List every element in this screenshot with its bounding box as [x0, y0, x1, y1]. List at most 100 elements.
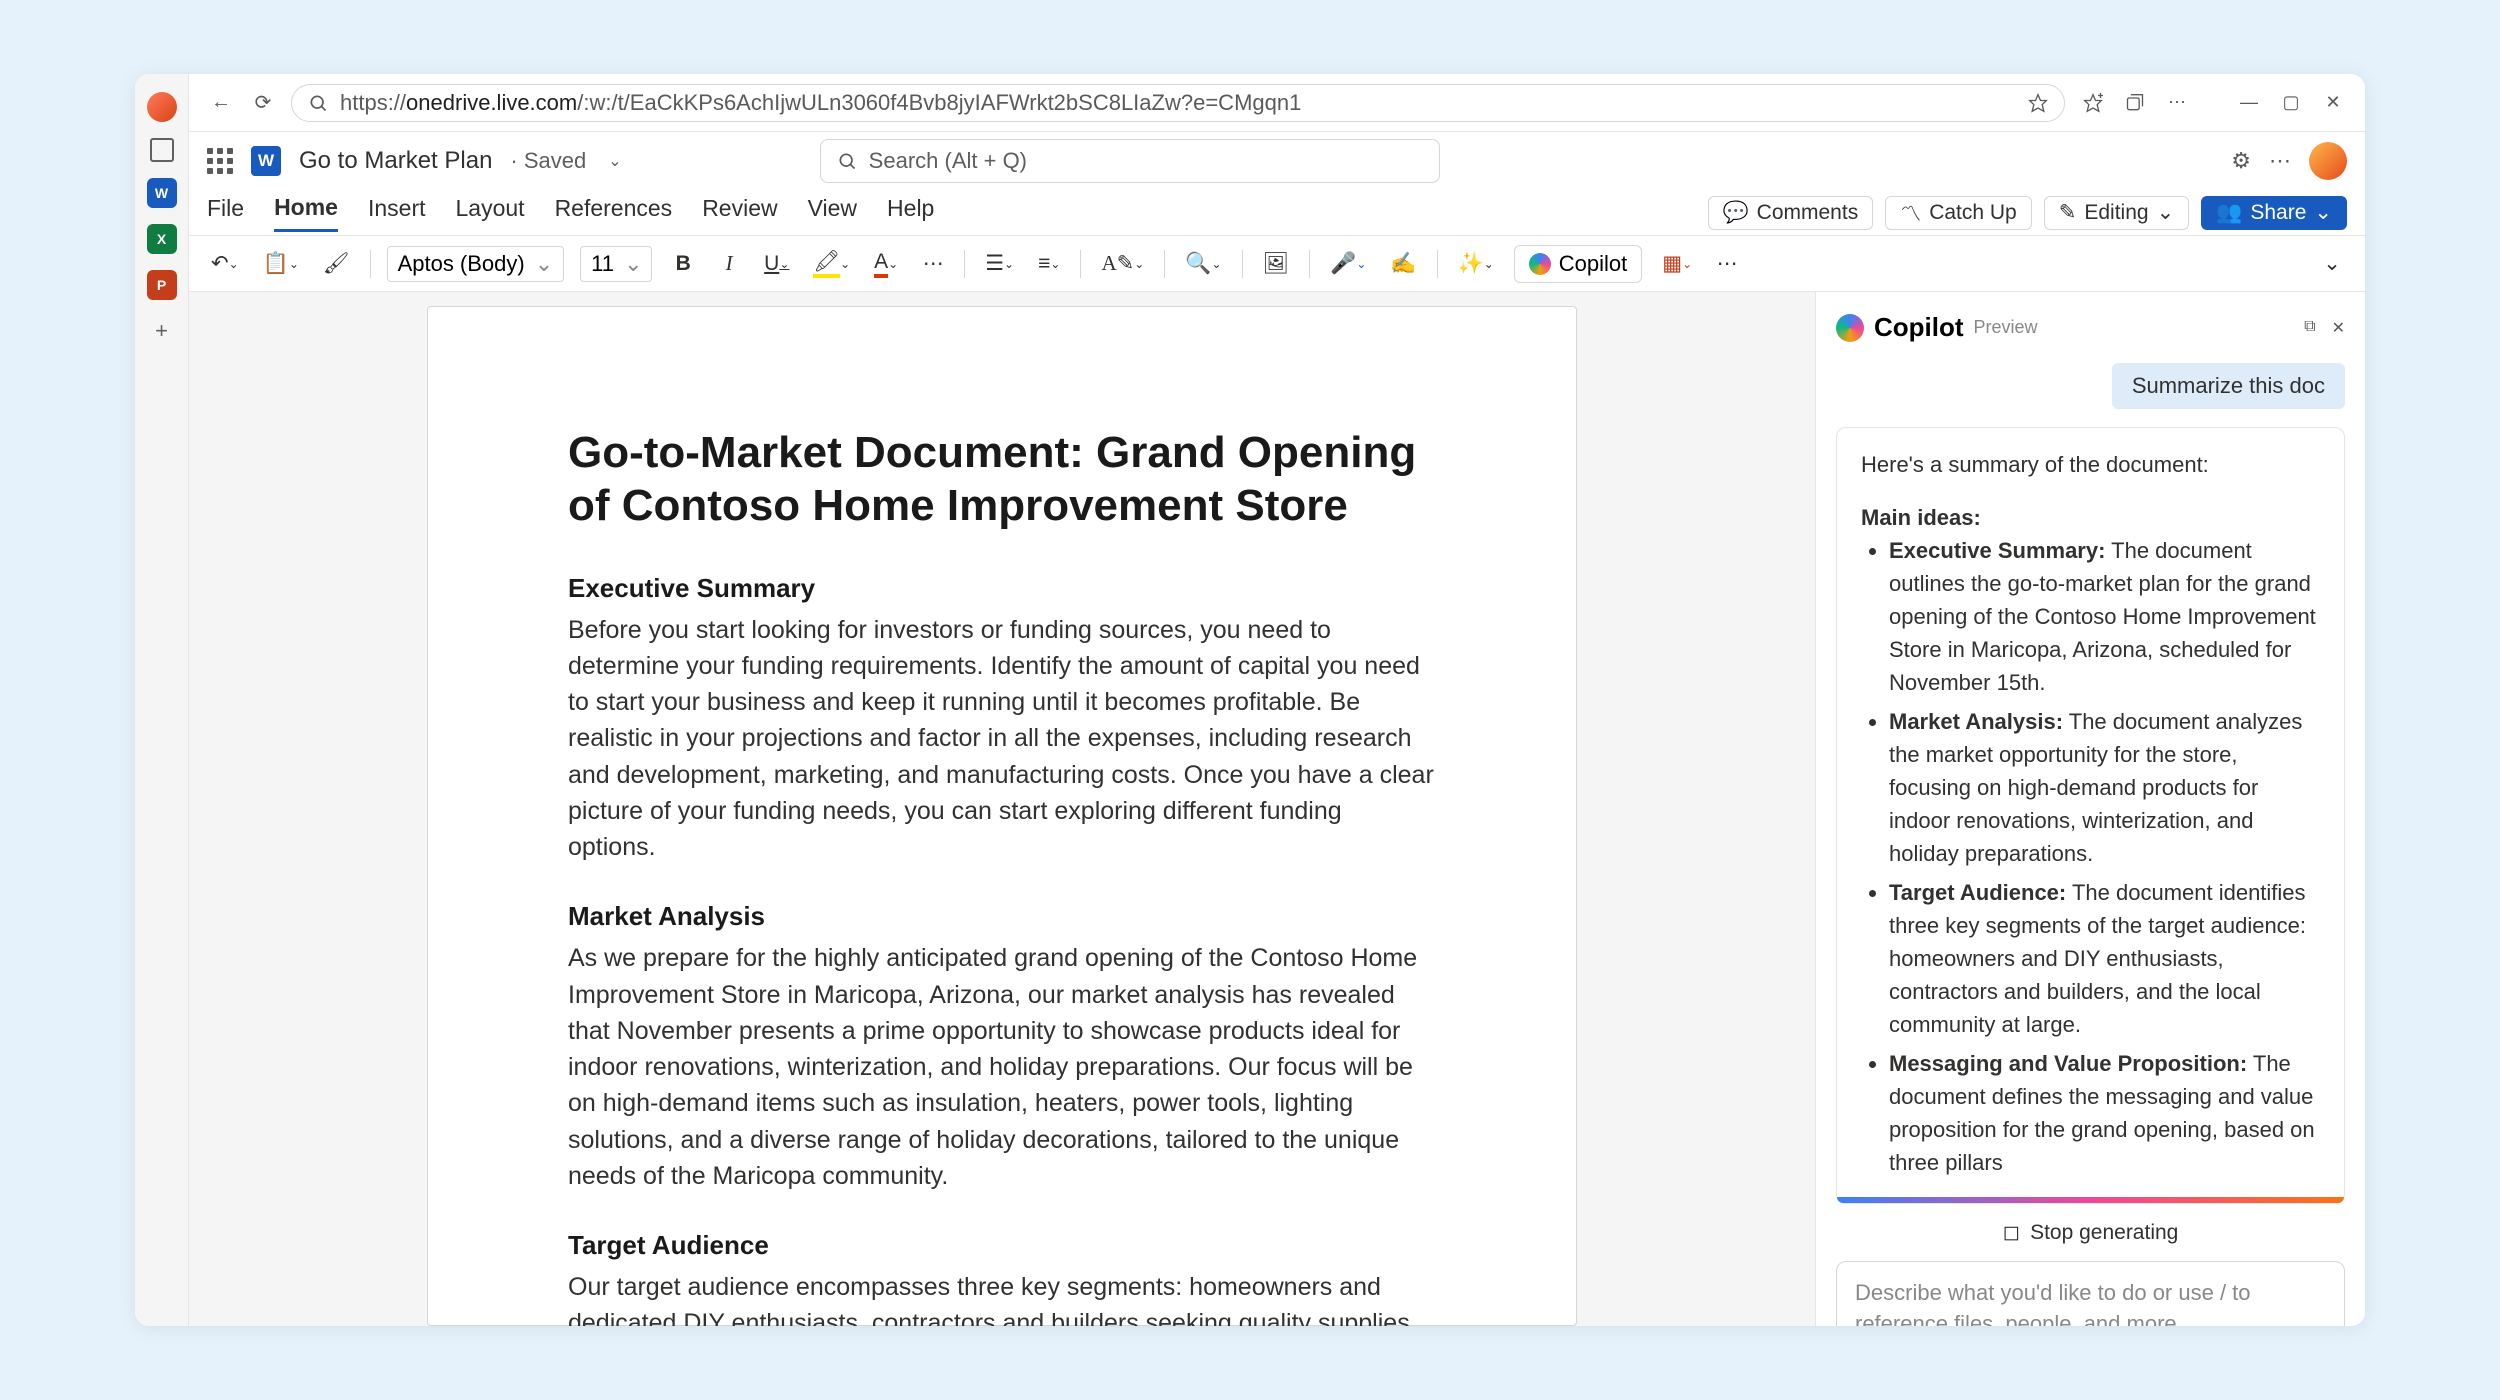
browser-window: W X P + ← ⟳ https://onedrive.live.com/:w…: [135, 74, 2365, 1326]
summary-bullets: Executive Summary: The document outlines…: [1861, 534, 2320, 1179]
word-title-bar: W Go to Market Plan · Saved ⌄ Search (Al…: [189, 132, 2365, 190]
bullet-item: Messaging and Value Proposition: The doc…: [1889, 1047, 2320, 1179]
more-icon[interactable]: ⋯: [2163, 89, 2191, 117]
font-name-select[interactable]: Aptos (Body)⌄: [387, 246, 565, 282]
word-app-icon[interactable]: W: [147, 178, 177, 208]
favorites-icon[interactable]: [2079, 89, 2107, 117]
response-intro: Here's a summary of the document:: [1861, 448, 2320, 481]
format-painter-button[interactable]: 🖌: [319, 246, 354, 282]
search-icon: [837, 151, 857, 171]
excel-app-icon[interactable]: X: [147, 224, 177, 254]
tab-review[interactable]: Review: [702, 195, 777, 230]
bullet-item: Executive Summary: The document outlines…: [1889, 534, 2320, 699]
pencil-icon: ✎: [2059, 200, 2077, 225]
user-avatar-icon[interactable]: [2309, 142, 2347, 180]
styles-button[interactable]: A✎⌄: [1097, 246, 1148, 282]
stop-icon: ◻: [2003, 1220, 2020, 1245]
dictate-button[interactable]: 🎤⌄: [1326, 246, 1370, 282]
undo-button[interactable]: ↶⌄: [207, 246, 243, 282]
find-button[interactable]: 🔍⌄: [1181, 246, 1225, 282]
bullet-item: Target Audience: The document identifies…: [1889, 876, 2320, 1041]
copilot-header: Copilot Preview ⧉ ✕: [1836, 312, 2345, 343]
more-font-icon[interactable]: ⋯: [918, 246, 948, 282]
back-button[interactable]: ←: [207, 89, 235, 117]
copilot-preview-badge: Preview: [1974, 317, 2038, 338]
stop-generating-button[interactable]: ◻ Stop generating: [1836, 1204, 2345, 1261]
app-launcher-icon[interactable]: [207, 148, 233, 174]
settings-icon[interactable]: ⚙: [2231, 148, 2251, 174]
main-ideas-label: Main ideas:: [1861, 501, 2320, 534]
document-page[interactable]: Go-to-Market Document: Grand Opening of …: [427, 306, 1577, 1326]
tab-references[interactable]: References: [555, 195, 673, 230]
search-box[interactable]: Search (Alt + Q): [820, 139, 1440, 183]
section-body: Our target audience encompasses three ke…: [568, 1269, 1436, 1326]
favorite-icon[interactable]: [2028, 93, 2048, 113]
close-icon[interactable]: ✕: [2332, 318, 2345, 338]
people-icon: 👥: [2216, 201, 2242, 225]
editor-button[interactable]: ✍: [1386, 246, 1420, 282]
tab-file[interactable]: File: [207, 195, 244, 230]
tab-insert[interactable]: Insert: [368, 195, 426, 230]
minimize-icon[interactable]: —: [2235, 89, 2263, 117]
overflow-icon[interactable]: ⋯: [2269, 148, 2291, 174]
add-app-icon[interactable]: +: [147, 316, 177, 346]
bold-button[interactable]: B: [668, 246, 698, 282]
close-window-icon[interactable]: ✕: [2319, 89, 2347, 117]
section-heading: Executive Summary: [568, 573, 1436, 604]
address-bar[interactable]: https://onedrive.live.com/:w:/t/EaCkKPs6…: [291, 84, 2065, 122]
word-logo-icon: W: [251, 146, 281, 176]
editing-mode-button[interactable]: ✎Editing⌄: [2044, 196, 2189, 230]
copilot-input[interactable]: Describe what you'd like to do or use / …: [1836, 1261, 2345, 1326]
tab-help[interactable]: Help: [887, 195, 934, 230]
powerpoint-app-icon[interactable]: P: [147, 270, 177, 300]
document-name[interactable]: Go to Market Plan: [299, 147, 492, 175]
chevron-down-icon: ⌄: [2314, 200, 2332, 225]
tab-view[interactable]: View: [808, 195, 857, 230]
tab-overview-icon[interactable]: [150, 138, 174, 162]
collections-icon[interactable]: [2121, 89, 2149, 117]
copilot-icon: [1836, 314, 1864, 342]
url-text: https://onedrive.live.com/:w:/t/EaCkKPs6…: [340, 90, 2016, 116]
maximize-icon[interactable]: ▢: [2277, 89, 2305, 117]
section-body: As we prepare for the highly anticipated…: [568, 940, 1436, 1194]
chevron-down-icon: ⌄: [2157, 200, 2175, 225]
share-button[interactable]: 👥Share⌄: [2201, 196, 2347, 230]
italic-button[interactable]: I: [714, 246, 744, 282]
copilot-icon: [1529, 253, 1551, 275]
generating-indicator: [1837, 1197, 2344, 1203]
tab-layout[interactable]: Layout: [456, 195, 525, 230]
browser-toolbar: ← ⟳ https://onedrive.live.com/:w:/t/EaCk…: [189, 74, 2365, 132]
refresh-button[interactable]: ⟳: [249, 89, 277, 117]
copilot-response-card: Here's a summary of the document: Main i…: [1836, 427, 2345, 1204]
edge-sidebar: W X P +: [135, 74, 189, 1326]
document-title: Go-to-Market Document: Grand Opening of …: [568, 427, 1436, 533]
toolbar-overflow-icon[interactable]: ⋯: [1712, 246, 1742, 282]
catchup-button[interactable]: 〽Catch Up: [1885, 196, 2032, 230]
section-heading: Target Audience: [568, 1230, 1436, 1261]
user-prompt-chip: Summarize this doc: [2112, 363, 2345, 409]
profile-avatar-icon[interactable]: [147, 92, 177, 122]
title-chevron-icon[interactable]: ⌄: [608, 151, 621, 171]
ribbon-collapse-icon[interactable]: ⌄: [2317, 246, 2347, 282]
copilot-pane: Copilot Preview ⧉ ✕ Summarize this doc H…: [1815, 292, 2365, 1326]
section-body: Before you start looking for investors o…: [568, 612, 1436, 866]
align-button[interactable]: ≡⌄: [1034, 246, 1064, 282]
rewrite-button[interactable]: ✨⌄: [1454, 246, 1498, 282]
tab-home[interactable]: Home: [274, 194, 338, 232]
font-color-button[interactable]: A⌄: [870, 246, 902, 282]
comments-button[interactable]: 💬Comments: [1708, 196, 1874, 230]
ribbon-tabs: File Home Insert Layout References Revie…: [189, 190, 2365, 236]
highlight-button[interactable]: 🖍⌄: [809, 246, 854, 282]
copilot-toolbar-button[interactable]: Copilot: [1514, 245, 1642, 283]
paste-button[interactable]: 📋⌄: [259, 246, 303, 282]
layout-button[interactable]: ▦⌄: [1658, 246, 1696, 282]
designer-button[interactable]: 🖼: [1259, 246, 1294, 282]
underline-button[interactable]: U⌄: [760, 246, 793, 282]
popout-icon[interactable]: ⧉: [2304, 318, 2315, 338]
bullets-button[interactable]: ☰⌄: [981, 246, 1018, 282]
save-status: · Saved: [510, 148, 586, 174]
document-viewport[interactable]: Go-to-Market Document: Grand Opening of …: [189, 292, 1815, 1326]
section-heading: Market Analysis: [568, 901, 1436, 932]
content-area: Go-to-Market Document: Grand Opening of …: [189, 292, 2365, 1326]
font-size-select[interactable]: 11⌄: [580, 246, 652, 282]
